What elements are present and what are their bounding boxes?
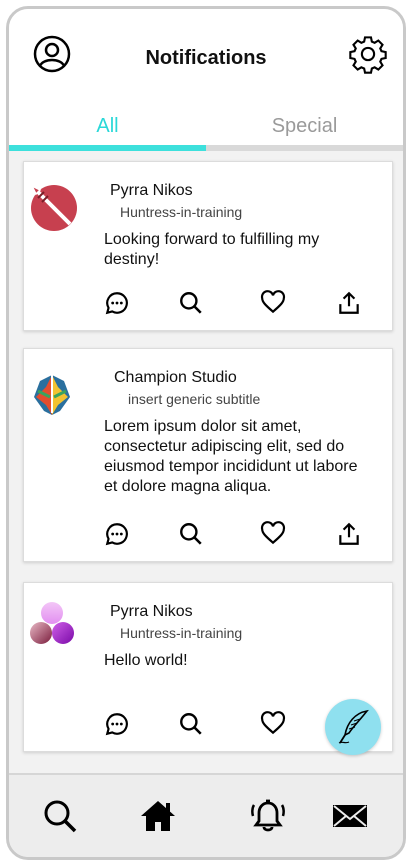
tab-special[interactable]: Special [206,115,403,138]
share-icon[interactable] [336,290,362,316]
post-author: Pyrra Nikos [110,182,193,199]
search-icon[interactable] [178,711,204,737]
heart-icon[interactable] [260,521,286,547]
comment-icon[interactable] [104,290,130,316]
avatar [30,184,77,231]
bell-icon[interactable] [249,797,287,835]
home-icon[interactable] [139,797,177,835]
search-icon[interactable] [178,521,204,547]
search-icon[interactable] [178,290,204,316]
tab-bar: All Special [9,109,403,151]
post-text: Looking forward to fulfilling my destiny… [104,231,320,268]
post-actions [24,521,392,547]
comment-icon[interactable] [104,711,130,737]
share-icon[interactable] [336,521,362,547]
post-text: Hello world! [104,652,188,669]
mail-icon[interactable] [331,797,369,835]
post-author: Pyrra Nikos [110,603,193,620]
heart-icon[interactable] [260,290,286,316]
tab-all[interactable]: All [9,115,206,138]
avatar [34,371,70,415]
post-subtitle: Huntress-in-training [120,204,243,220]
bottom-navigation [9,773,403,857]
compose-button[interactable] [325,699,381,755]
post-subtitle: insert generic subtitle [128,391,261,407]
phone-frame: Notifications All Special Pyrra Nikos Hu… [6,6,406,860]
search-icon[interactable] [41,797,79,835]
gear-icon[interactable] [347,33,389,75]
app-header: Notifications [9,9,403,109]
post-author: Champion Studio [114,369,237,386]
notification-card: Champion Studio insert generic subtitle … [23,348,393,562]
avatar [30,602,74,644]
notification-card: Pyrra Nikos Huntress-in-training Looking… [23,161,393,331]
post-text: Lorem ipsum dolor sit amet, consectetur … [104,418,358,495]
comment-icon[interactable] [104,521,130,547]
quill-icon [338,709,369,744]
post-subtitle: Huntress-in-training [120,625,243,641]
notification-feed[interactable]: Pyrra Nikos Huntress-in-training Looking… [9,151,403,777]
heart-icon[interactable] [260,711,286,737]
page-title: Notifications [145,47,267,69]
post-actions [24,290,392,316]
